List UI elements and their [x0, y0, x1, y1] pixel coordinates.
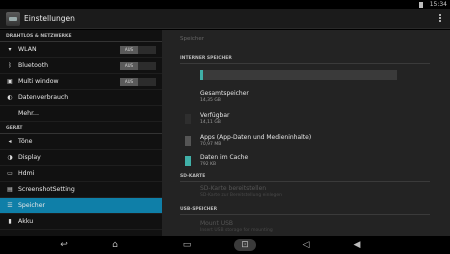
storage-detail-pane: Speicher INTERNER SPEICHER Gesamtspeiche… [162, 30, 450, 236]
cache-swatch [185, 156, 191, 166]
navigation-bar: ↩ ⌂ ▭ ⊡ ◁ ◀ [0, 236, 450, 254]
settings-item-screenshot[interactable]: ▤ ScreenshotSetting [0, 182, 162, 198]
settings-item-label: WLAN [18, 46, 37, 53]
settings-item-data-usage[interactable]: ◐ Datenverbrauch [0, 90, 162, 106]
sd-mount-entry[interactable]: SD-Karte bereitstellen SD-Karte zur Bere… [200, 185, 282, 199]
settings-item-sound[interactable]: ◂ Töne [0, 134, 162, 150]
storage-usage-fill [200, 70, 203, 80]
settings-item-label: Bluetooth [18, 62, 49, 69]
section-header-usb-storage: USB-SPEICHER [180, 207, 430, 215]
settings-item-wlan[interactable]: ▾ WLAN AUS [0, 42, 162, 58]
section-header-sd-card: SD-KARTE [180, 174, 430, 182]
settings-category-list: DRAHTLOS & NETZWERKE ▾ WLAN AUS ᛒ Blueto… [0, 30, 162, 236]
entry-value: SD-Karte zur Bereitstellung einlegen [200, 193, 283, 198]
volume-up-icon[interactable]: ◀ [348, 239, 366, 251]
usb-mount-entry[interactable]: Mount USB Insert USB storage for mountin… [200, 220, 273, 234]
entry-title: Verfügbar [200, 112, 230, 119]
wlan-toggle[interactable]: AUS [120, 46, 156, 54]
toggle-state: AUS [120, 62, 138, 70]
battery-icon [419, 2, 423, 8]
toggle-state: AUS [120, 78, 138, 86]
status-bar: 15:34 [0, 0, 450, 9]
entry-value: 14,11 GB [200, 120, 221, 125]
storage-apps-entry[interactable]: Apps (App-Daten und Medieninhalte) 70,97… [200, 134, 311, 148]
brightness-icon: ◑ [7, 154, 13, 161]
toggle-state: AUS [120, 46, 138, 54]
section-header-internal-storage: INTERNER SPEICHER [180, 56, 430, 64]
status-time: 15:34 [429, 1, 447, 8]
section-header-device: GERÄT [0, 122, 162, 134]
entry-title: Daten im Cache [200, 154, 249, 161]
wifi-icon: ▾ [8, 46, 12, 53]
data-usage-icon: ◐ [7, 94, 13, 101]
settings-item-storage[interactable]: ☰ Speicher [0, 198, 162, 214]
screenshot-icon: ▤ [7, 186, 13, 193]
action-bar: Einstellungen [0, 9, 450, 29]
hdmi-icon: ▭ [7, 170, 13, 177]
entry-title: SD-Karte bereitstellen [200, 185, 267, 192]
settings-item-label: Multi window [18, 78, 59, 85]
settings-item-bluetooth[interactable]: ᛒ Bluetooth AUS [0, 58, 162, 74]
volume-down-icon[interactable]: ◁ [297, 239, 315, 251]
settings-item-display[interactable]: ◑ Display [0, 150, 162, 166]
entry-title: Gesamtspeicher [200, 90, 249, 97]
settings-item-label: Datenverbrauch [18, 94, 69, 101]
pane-title: Speicher [180, 36, 205, 42]
entry-title: Mount USB [200, 220, 234, 227]
settings-item-label: Mehr... [18, 110, 39, 117]
section-header-wireless: DRAHTLOS & NETZWERKE [0, 30, 162, 42]
apps-swatch [185, 136, 191, 146]
settings-item-label: Display [18, 154, 41, 161]
home-icon[interactable]: ⌂ [106, 239, 124, 251]
settings-item-label: Speicher [18, 202, 46, 209]
bluetooth-toggle[interactable]: AUS [120, 62, 156, 70]
settings-item-label: ScreenshotSetting [18, 186, 75, 193]
settings-item-hdmi[interactable]: ▭ Hdmi [0, 166, 162, 182]
bluetooth-icon: ᛒ [8, 62, 12, 69]
battery-setting-icon: ▮ [8, 218, 12, 225]
settings-item-more[interactable]: Mehr... [0, 106, 162, 122]
recent-apps-icon[interactable]: ▭ [178, 239, 196, 251]
settings-app-icon[interactable] [6, 12, 20, 26]
settings-item-multi-window[interactable]: ▣ Multi window AUS [0, 74, 162, 90]
settings-item-label: Töne [18, 138, 33, 145]
entry-value: 70,97 MB [200, 142, 222, 147]
available-swatch [185, 114, 191, 124]
app-title: Einstellungen [24, 14, 75, 23]
entry-value: Insert USB storage for mounting [200, 228, 273, 233]
storage-total-entry: Gesamtspeicher 14,35 GB [200, 90, 249, 104]
storage-icon: ☰ [7, 202, 13, 209]
settings-item-battery[interactable]: ▮ Akku [0, 214, 162, 230]
multi-window-icon: ▣ [7, 78, 13, 85]
entry-title: Apps (App-Daten und Medieninhalte) [200, 134, 312, 141]
entry-value: 14,35 GB [200, 98, 221, 103]
speaker-icon: ◂ [8, 138, 12, 145]
overflow-menu-icon[interactable] [439, 14, 442, 24]
storage-usage-bar [200, 70, 397, 80]
entry-value: 792 KB [200, 162, 217, 167]
screenshot-nav-icon[interactable]: ⊡ [234, 239, 256, 251]
back-icon[interactable]: ↩ [55, 239, 73, 251]
multi-window-toggle[interactable]: AUS [120, 78, 156, 86]
settings-item-label: Akku [18, 218, 34, 225]
storage-cache-entry[interactable]: Daten im Cache 792 KB [200, 154, 248, 168]
storage-available-entry: Verfügbar 14,11 GB [200, 112, 229, 126]
settings-item-label: Hdmi [18, 170, 35, 177]
